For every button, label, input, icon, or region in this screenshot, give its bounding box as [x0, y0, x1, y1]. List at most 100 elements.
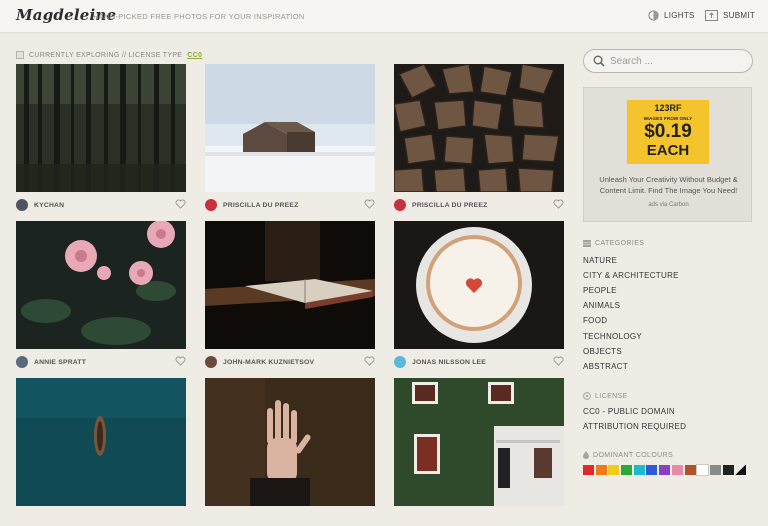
photo-card: JOHN-MARK KUZNIETSOV — [205, 221, 375, 368]
colour-swatch[interactable] — [659, 465, 671, 475]
colour-swatch[interactable] — [735, 465, 747, 475]
photo-meta: PRISCILLA DU PREEZ — [205, 198, 375, 212]
exploring-prefix: CURRENTLY EXPLORING // LICENSE TYPE — [29, 51, 183, 59]
colour-swatch[interactable] — [595, 465, 607, 475]
avatar[interactable] — [394, 199, 406, 211]
license-icon — [583, 392, 591, 400]
ad-price: $0.19 — [644, 121, 692, 142]
author-name[interactable]: JONAS NILSSON LEE — [412, 359, 486, 366]
author-name[interactable]: JOHN-MARK KUZNIETSOV — [223, 359, 314, 366]
colour-swatch[interactable] — [722, 465, 734, 475]
ad-text[interactable]: Unleash Your Creativity Without Budget &… — [590, 174, 747, 196]
license-heading: LICENSE — [583, 392, 628, 400]
heart-icon[interactable] — [364, 199, 375, 209]
stack-icon — [583, 240, 591, 247]
license-link[interactable]: CC0 — [187, 52, 202, 59]
author-name[interactable]: KYCHAN — [34, 202, 64, 209]
colour-swatch[interactable] — [671, 465, 683, 475]
photo-card: PRISCILLA DU PREEZ — [394, 64, 564, 211]
ad-each: EACH — [646, 142, 690, 159]
photo-card: ANNIE SPRATT — [16, 221, 186, 368]
heart-icon[interactable] — [553, 199, 564, 209]
ad-brand: 123RF — [654, 103, 682, 113]
colour-swatch[interactable] — [684, 465, 696, 475]
heart-icon[interactable] — [175, 199, 186, 209]
heart-icon[interactable] — [364, 356, 375, 366]
colour-swatch[interactable] — [633, 465, 645, 475]
photo-card — [205, 378, 375, 506]
photo-meta — [394, 512, 564, 526]
photo-thumbnail[interactable] — [205, 221, 375, 349]
heart-icon[interactable] — [553, 356, 564, 366]
photo-thumbnail[interactable] — [16, 378, 186, 506]
upload-icon — [705, 10, 718, 21]
top-bar: Magdeleine HAND-PICKED FREE PHOTOS FOR Y… — [0, 0, 768, 33]
author-name[interactable]: ANNIE SPRATT — [34, 359, 86, 366]
colour-swatch[interactable] — [709, 465, 721, 475]
photo-thumbnail[interactable] — [394, 64, 564, 192]
photo-card — [394, 378, 564, 506]
ad-via[interactable]: ads via Carbon — [584, 202, 753, 208]
colours-title: DOMINANT COLOURS — [593, 451, 674, 459]
photo-card: KYCHAN — [16, 64, 186, 211]
photo-card: PRISCILLA DU PREEZ — [205, 64, 375, 211]
site-tagline: HAND-PICKED FREE PHOTOS FOR YOUR INSPIRA… — [93, 12, 305, 21]
photo-card — [16, 378, 186, 506]
avatar[interactable] — [16, 199, 28, 211]
lightbulb-icon — [648, 10, 659, 21]
avatar[interactable] — [205, 199, 217, 211]
photo-meta: JONAS NILSSON LEE — [394, 355, 564, 369]
categories-title: CATEGORIES — [595, 240, 645, 247]
photo-meta — [205, 512, 375, 526]
category-nature[interactable]: NATURE — [583, 256, 617, 265]
category-abstract[interactable]: ABSTRACT — [583, 362, 628, 371]
search-box[interactable] — [583, 49, 753, 73]
carbon-ad[interactable]: 123RF IMAGES FROM ONLY $0.19 EACH Unleas… — [583, 87, 752, 222]
author-name[interactable]: PRISCILLA DU PREEZ — [223, 202, 298, 209]
exploring-breadcrumb: CURRENTLY EXPLORING // LICENSE TYPE CC0 — [16, 51, 202, 59]
colour-swatch[interactable] — [696, 464, 710, 476]
avatar[interactable] — [394, 356, 406, 368]
category-objects[interactable]: OBJECTS — [583, 347, 622, 356]
photo-thumbnail[interactable] — [394, 221, 564, 349]
colour-swatch[interactable] — [646, 465, 658, 475]
colours-heading: DOMINANT COLOURS — [583, 451, 673, 459]
photo-meta — [16, 512, 186, 526]
category-city-architecture[interactable]: CITY & ARCHITECTURE — [583, 271, 679, 280]
search-icon — [593, 55, 605, 67]
author-name[interactable]: PRISCILLA DU PREEZ — [412, 202, 487, 209]
category-food[interactable]: FOOD — [583, 316, 607, 325]
photo-meta: PRISCILLA DU PREEZ — [394, 198, 564, 212]
photo-meta: KYCHAN — [16, 198, 186, 212]
photo-thumbnail[interactable] — [205, 64, 375, 192]
avatar[interactable] — [205, 356, 217, 368]
category-technology[interactable]: TECHNOLOGY — [583, 332, 642, 341]
drop-icon — [583, 451, 589, 459]
square-icon — [16, 51, 24, 59]
submit-button[interactable]: SUBMIT — [705, 10, 755, 21]
search-input[interactable] — [610, 53, 740, 69]
license-cc0[interactable]: CC0 - PUBLIC DOMAIN — [583, 407, 675, 416]
colour-swatches — [583, 464, 748, 476]
submit-label: SUBMIT — [723, 11, 756, 20]
photo-thumbnail[interactable] — [394, 378, 564, 506]
categories-heading: CATEGORIES — [583, 240, 644, 247]
category-people[interactable]: PEOPLE — [583, 286, 617, 295]
colour-swatch[interactable] — [583, 465, 594, 475]
colour-swatch[interactable] — [621, 465, 633, 475]
avatar[interactable] — [16, 356, 28, 368]
heart-icon[interactable] — [175, 356, 186, 366]
lights-label: LIGHTS — [664, 11, 695, 20]
photo-card: JONAS NILSSON LEE — [394, 221, 564, 368]
license-attribution[interactable]: ATTRIBUTION REQUIRED — [583, 422, 686, 431]
ad-image[interactable]: 123RF IMAGES FROM ONLY $0.19 EACH — [627, 100, 709, 164]
colour-swatch[interactable] — [608, 465, 620, 475]
photo-thumbnail[interactable] — [16, 64, 186, 192]
photo-thumbnail[interactable] — [16, 221, 186, 349]
photo-thumbnail[interactable] — [205, 378, 375, 506]
lights-toggle[interactable]: LIGHTS — [648, 10, 695, 21]
license-title: LICENSE — [595, 392, 628, 400]
category-animals[interactable]: ANIMALS — [583, 301, 620, 310]
photo-meta: JOHN-MARK KUZNIETSOV — [205, 355, 375, 369]
photo-meta: ANNIE SPRATT — [16, 355, 186, 369]
